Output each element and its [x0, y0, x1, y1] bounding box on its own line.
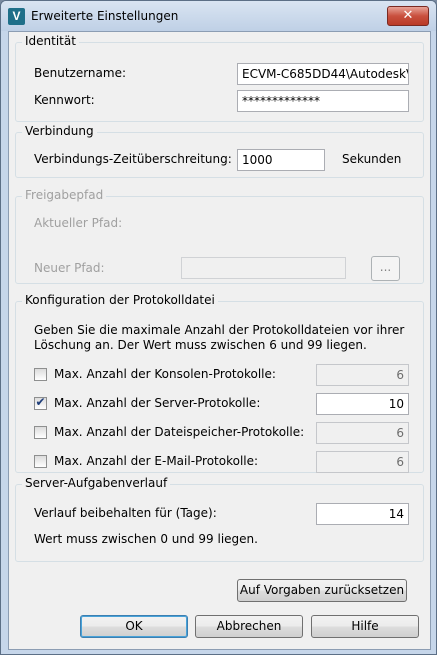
email-logs-field[interactable]: 6: [316, 451, 409, 473]
keep-history-field[interactable]: 14: [316, 503, 409, 525]
task-history-group: Server-Aufgabenverlauf Verlauf beibehalt…: [15, 476, 424, 562]
console-logs-label: Max. Anzahl der Konsolen-Protokolle:: [54, 367, 276, 381]
keep-history-label: Verlauf beibehalten für (Tage):: [34, 506, 217, 520]
filestore-logs-label: Max. Anzahl der Dateispeicher-Protokolle…: [54, 425, 305, 439]
password-label: Kennwort:: [34, 93, 95, 107]
log-config-legend: Konfiguration der Protokolldatei: [22, 293, 218, 307]
checkmark-icon: ✔: [35, 395, 46, 409]
console-logs-field[interactable]: 6: [316, 364, 409, 386]
title-bar[interactable]: V Erweiterte Einstellungen ✕: [1, 1, 436, 31]
identity-legend: Identität: [22, 34, 79, 48]
timeout-label: Verbindungs-Zeitüberschreitung:: [34, 152, 232, 166]
password-field[interactable]: *************: [237, 90, 409, 112]
browse-button[interactable]: ...: [371, 256, 400, 281]
dialog-body: Identität Benutzername: ECVM-C685DD44\Au…: [8, 31, 431, 650]
timeout-unit: Sekunden: [342, 152, 402, 166]
server-logs-checkbox[interactable]: ✔: [34, 395, 47, 410]
timeout-field[interactable]: 1000: [237, 149, 325, 171]
identity-group: Identität Benutzername: ECVM-C685DD44\Au…: [15, 34, 424, 122]
connection-group: Verbindung Verbindungs-Zeitüberschreitun…: [15, 124, 424, 178]
vault-app-icon: V: [8, 8, 25, 25]
dialog-window: V Erweiterte Einstellungen ✕ Identität B…: [0, 0, 437, 655]
reset-defaults-button[interactable]: Auf Vorgaben zurücksetzen: [237, 579, 407, 602]
console-logs-checkbox[interactable]: [34, 368, 47, 381]
share-path-legend: Freigabepfad: [22, 188, 107, 202]
share-path-group: Freigabepfad Aktueller Pfad: Neuer Pfad:…: [15, 188, 424, 284]
log-config-group: Konfiguration der Protokolldatei Geben S…: [15, 293, 424, 473]
server-logs-field[interactable]: 10: [316, 393, 409, 415]
server-logs-label: Max. Anzahl der Server-Protokolle:: [54, 396, 261, 410]
current-path-label: Aktueller Pfad:: [34, 216, 123, 230]
username-label: Benutzername:: [34, 66, 127, 80]
username-field[interactable]: ECVM-C685DD44\AutodeskVau: [237, 63, 409, 85]
log-description-line1: Geben Sie die maximale Anzahl der Protok…: [34, 323, 405, 337]
cancel-button[interactable]: Abbrechen: [195, 615, 303, 638]
email-logs-label: Max. Anzahl der E-Mail-Protokolle:: [54, 454, 259, 468]
history-hint: Wert muss zwischen 0 und 99 liegen.: [34, 532, 258, 546]
filestore-logs-field[interactable]: 6: [316, 422, 409, 444]
help-button[interactable]: Hilfe: [311, 615, 419, 638]
filestore-logs-checkbox[interactable]: [34, 426, 47, 439]
ok-button[interactable]: OK: [80, 615, 188, 638]
log-description-line2: Löschung an. Der Wert muss zwischen 6 un…: [34, 338, 367, 352]
close-button[interactable]: ✕: [387, 6, 429, 26]
email-logs-checkbox[interactable]: [34, 455, 47, 468]
task-history-legend: Server-Aufgabenverlauf: [22, 476, 171, 490]
connection-legend: Verbindung: [22, 124, 97, 138]
window-title: Erweiterte Einstellungen: [31, 9, 179, 23]
new-path-label: Neuer Pfad:: [34, 261, 105, 275]
new-path-field[interactable]: [181, 257, 346, 279]
